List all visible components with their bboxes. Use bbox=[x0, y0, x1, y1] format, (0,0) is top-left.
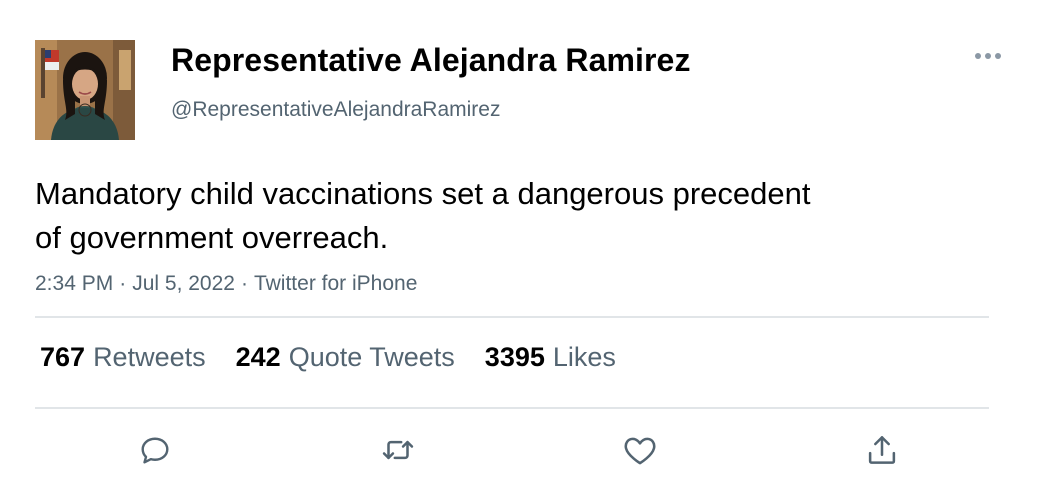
tweet-text-line: of government overreach. bbox=[35, 220, 389, 255]
quote-tweets-stat[interactable]: 242 Quote Tweets bbox=[236, 342, 455, 373]
tweet-time[interactable]: 2:34 PM bbox=[35, 272, 113, 295]
divider bbox=[35, 407, 989, 409]
quote-tweets-count: 242 bbox=[235, 342, 281, 372]
display-name[interactable]: Representative Alejandra Ramirez bbox=[171, 42, 691, 79]
meta-separator: · bbox=[119, 272, 127, 295]
tweet-metadata: 2:34 PM · Jul 5, 2022 · Twitter for iPhone bbox=[35, 272, 417, 296]
likes-stat[interactable]: 3395 Likes bbox=[485, 342, 616, 373]
tweet-text: Mandatory child vaccinations set a dange… bbox=[35, 172, 975, 260]
avatar[interactable] bbox=[35, 40, 135, 140]
reply-button[interactable] bbox=[135, 430, 175, 470]
like-button[interactable] bbox=[620, 430, 660, 470]
like-icon bbox=[624, 437, 656, 465]
retweets-stat[interactable]: 767 Retweets bbox=[40, 342, 206, 373]
retweet-button[interactable] bbox=[378, 430, 418, 470]
tweet-text-line: Mandatory child vaccinations set a dange… bbox=[35, 176, 811, 211]
retweets-label: Retweets bbox=[93, 342, 206, 372]
likes-label: Likes bbox=[552, 342, 616, 372]
divider bbox=[35, 316, 989, 318]
more-options-button[interactable] bbox=[968, 44, 1008, 68]
tweet-source[interactable]: Twitter for iPhone bbox=[254, 272, 417, 295]
engagement-stats: 767 Retweets 242 Quote Tweets 3395 Likes bbox=[40, 342, 646, 373]
quote-tweets-label: Quote Tweets bbox=[288, 342, 455, 372]
meta-separator: · bbox=[240, 272, 248, 295]
retweet-icon bbox=[382, 440, 414, 460]
likes-count: 3395 bbox=[484, 342, 545, 372]
more-dots-icon bbox=[975, 53, 1001, 59]
reply-icon bbox=[141, 437, 169, 464]
tweet-date[interactable]: Jul 5, 2022 bbox=[132, 272, 235, 295]
share-icon bbox=[868, 436, 896, 464]
share-button[interactable] bbox=[862, 430, 902, 470]
retweets-count: 767 bbox=[40, 342, 86, 372]
profile-photo-icon bbox=[35, 40, 135, 140]
user-handle[interactable]: @RepresentativeAlejandraRamirez bbox=[171, 98, 500, 122]
